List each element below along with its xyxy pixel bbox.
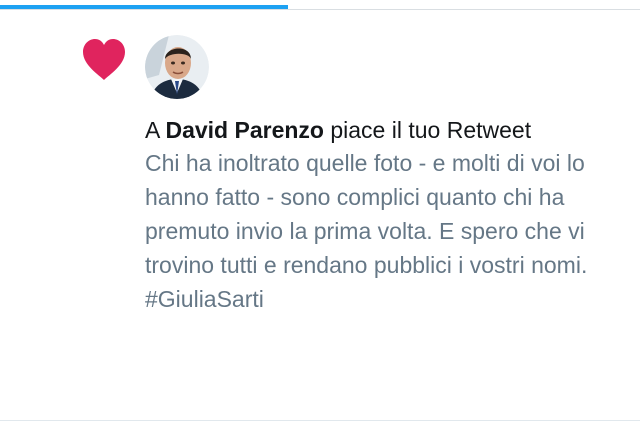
heart-icon xyxy=(81,38,127,82)
divider xyxy=(0,420,640,421)
loading-bar xyxy=(0,0,640,10)
headline-prefix: A xyxy=(145,117,166,143)
user-name[interactable]: David Parenzo xyxy=(165,117,324,143)
headline-action: piace il tuo Retweet xyxy=(323,117,532,143)
notification-headline: A David Parenzo piace il tuo Retweet xyxy=(145,114,615,146)
tweet-text: Chi ha inoltrato quelle foto - e molti d… xyxy=(145,150,588,312)
notification-content[interactable]: A David Parenzo piace il tuo Retweet Chi… xyxy=(145,114,615,316)
loading-bar-progress xyxy=(0,5,288,9)
avatar[interactable] xyxy=(145,35,209,99)
